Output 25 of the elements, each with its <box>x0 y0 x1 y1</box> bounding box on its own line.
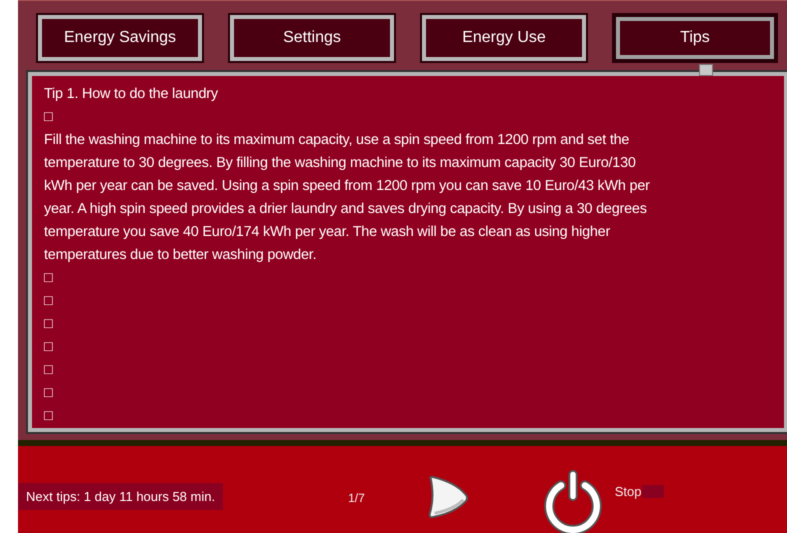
tab[interactable]: Energy Use <box>420 13 588 63</box>
tip-text: □ <box>44 361 52 380</box>
tip-text: □ <box>44 384 52 403</box>
stop-label: Stop <box>614 484 642 499</box>
stop-indicator <box>642 485 664 498</box>
page-indicator: 1/7 <box>348 490 365 504</box>
tip-text: □ <box>44 108 52 127</box>
next-arrow-icon[interactable] <box>426 474 469 520</box>
tab[interactable]: Energy Savings <box>36 13 204 63</box>
tip-text: year. A high spin speed provides a drier laundry and saves drying capacity. By using a 30 degrees <box>44 200 647 219</box>
tip-text: temperature to 30 degrees. By filling the washing machine to its maximum capacity 30 Euro/130 <box>44 154 636 173</box>
tip-text: □ <box>44 269 52 288</box>
tip-text: □ <box>44 338 52 357</box>
tip-text: □ <box>44 292 52 311</box>
tip-text: kWh per year can be saved. Using a spin speed from 1200 rpm you can save 10 Euro/43 kWh per <box>44 177 650 196</box>
tab[interactable]: Tips <box>612 13 778 63</box>
tip-text: temperatures due to better washing powder. <box>44 246 316 265</box>
tip-text: Fill the washing machine to its maximum capacity, use a spin speed from 1200 rpm and set the <box>44 131 630 150</box>
tip-text: □ <box>44 315 52 334</box>
tip-title: Tip 1. How to do the laundry <box>44 85 218 104</box>
tab-connector <box>699 64 713 76</box>
tab[interactable]: Settings <box>228 13 396 63</box>
next-tips-label: Next tips: 1 day 11 hours 58 min. <box>18 483 224 510</box>
tip-text: □ <box>44 407 52 426</box>
tip-text: temperature you save 40 Euro/174 kWh per year. The wash will be as clean as using higher <box>44 223 610 242</box>
